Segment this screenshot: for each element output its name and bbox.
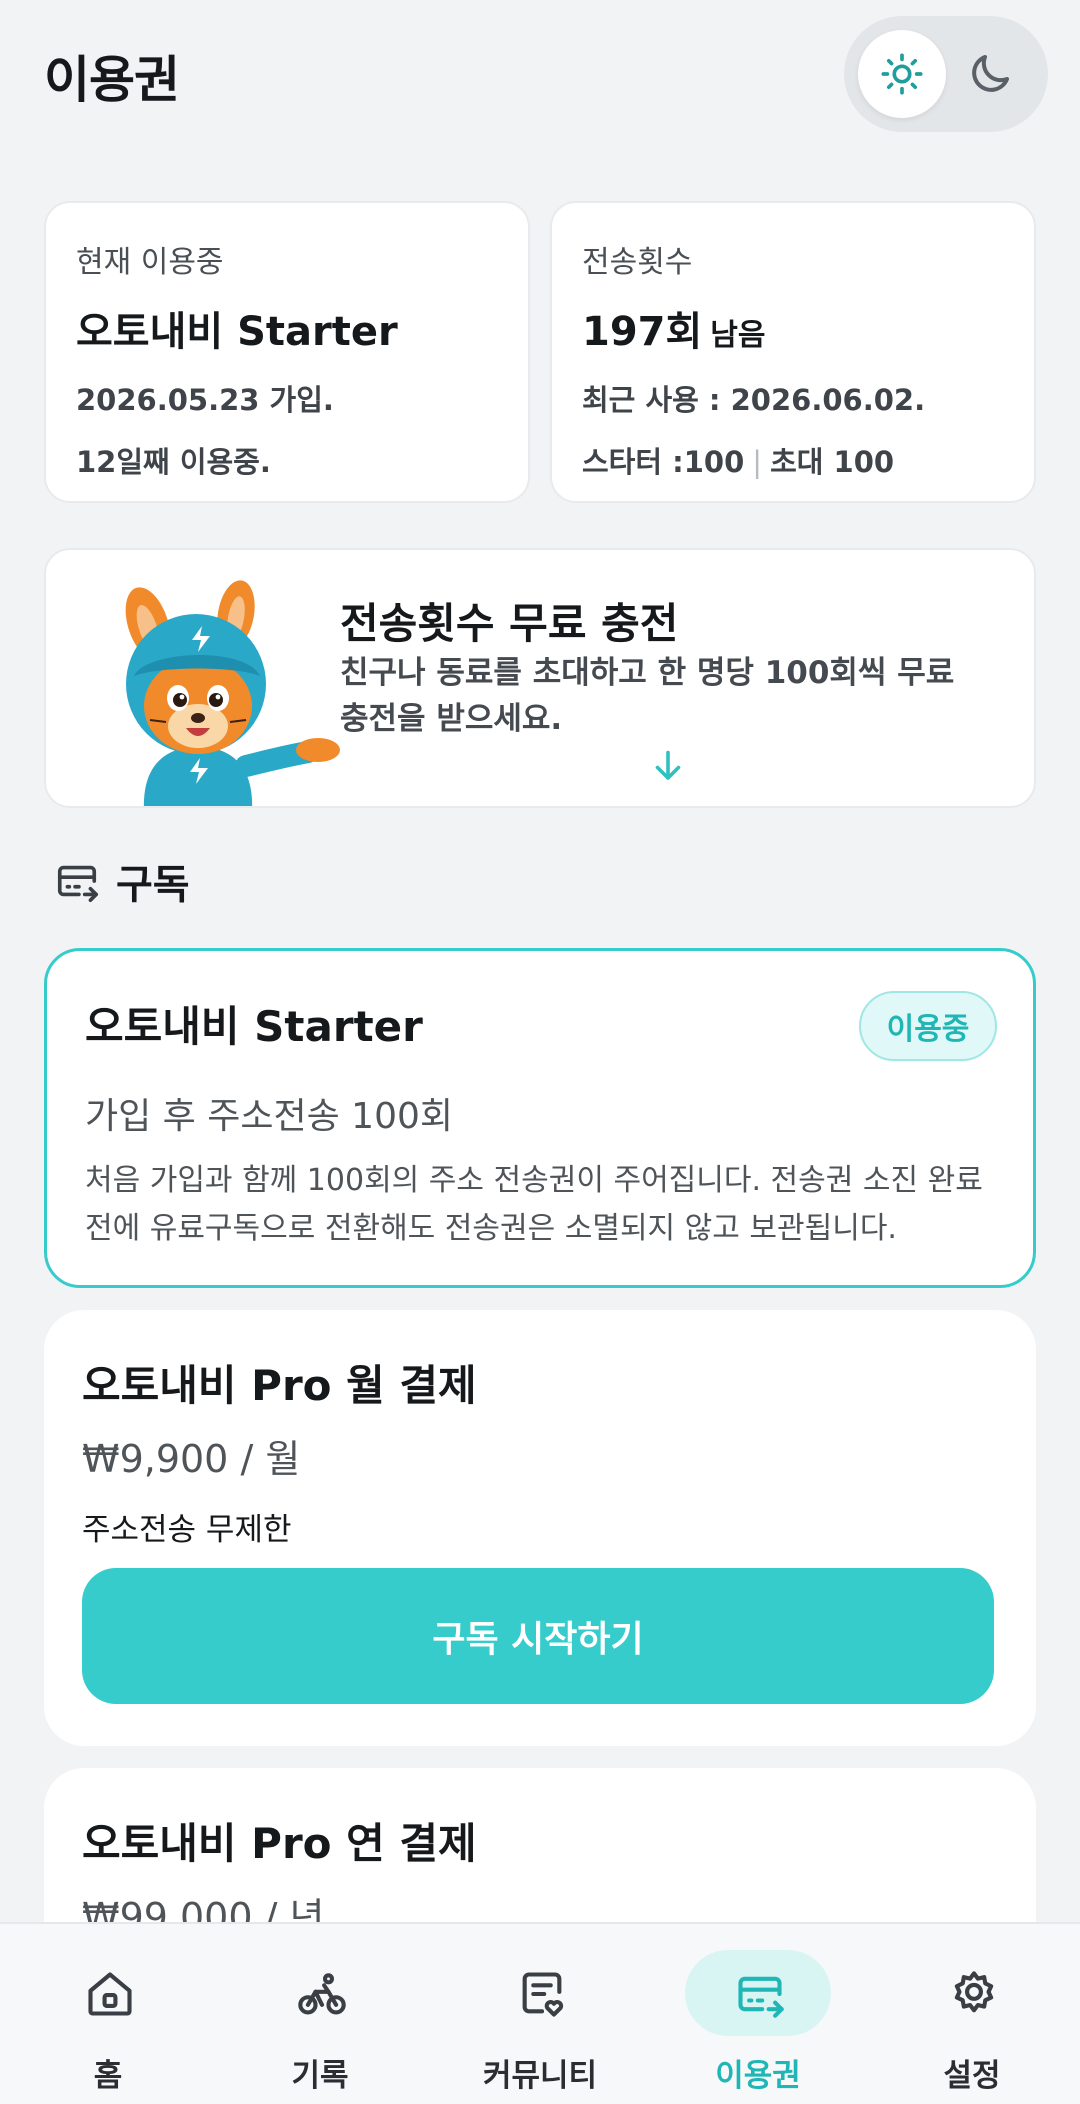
breakdown-starter: 스타터 :100: [582, 445, 745, 479]
promo-title: 전송횟수 무료 충전: [340, 599, 679, 648]
ticket-card-icon: [738, 1976, 784, 2018]
nav-label-settings: 설정: [943, 2058, 1001, 2094]
send-breakdown: 스타터 :100 | 초대 100: [582, 439, 894, 481]
card-transfer-icon: [57, 865, 98, 902]
last-used: 최근 사용 : 2026.06.02.: [582, 383, 926, 417]
nav-item-home[interactable]: 홈: [0, 1924, 216, 2104]
plan-feature: 주소전송 무제한: [82, 1512, 292, 1548]
days-used: 12일째 이용중.: [76, 445, 271, 479]
promo-description: 친구나 동료를 초대하고 한 명당 100회씩 무료 충전을 받으세요.: [340, 655, 955, 737]
plan-subtitle: 가입 후 주소전송 100회: [85, 1096, 454, 1137]
nav-item-settings[interactable]: 설정: [864, 1924, 1080, 2104]
nav-label-pass: 이용권: [715, 2058, 801, 2094]
sun-icon: [881, 53, 923, 95]
subscription-screen: 이용권 현재 이용중 오토내비 Starter 2026.05.23 가입. 1…: [0, 0, 1080, 2104]
join-date: 2026.05.23 가입.: [76, 383, 334, 417]
plan-name: 오토내비 Starter: [85, 1002, 423, 1051]
send-count-value: 197회 남음: [582, 299, 766, 357]
nav-item-records[interactable]: 기록: [212, 1924, 428, 2104]
nav-item-pass[interactable]: 이용권: [650, 1924, 866, 2104]
gear-icon: [954, 1971, 994, 2013]
plan-name: 오토내비 Pro 연 결제: [82, 1819, 477, 1868]
plan-card-pro-monthly: 오토내비 Pro 월 결제 ₩9,900 / 월 주소전송 무제한 구독 시작하…: [44, 1310, 1036, 1746]
current-plan-card: 현재 이용중 오토내비 Starter 2026.05.23 가입. 12일째 …: [44, 201, 530, 503]
bike-icon: [298, 1973, 346, 2015]
light-mode-button[interactable]: [858, 30, 946, 118]
arrow-down-icon[interactable]: [650, 748, 686, 784]
home-icon: [88, 1972, 132, 2016]
current-plan-label: 현재 이용중: [76, 245, 224, 280]
free-charge-promo[interactable]: 전송횟수 무료 충전 친구나 동료를 초대하고 한 명당 100회씩 무료 충전…: [44, 548, 1036, 808]
send-count-label: 전송횟수: [582, 245, 693, 280]
moon-icon: [972, 55, 1009, 92]
plan-price: ₩9,900 / 월: [82, 1437, 301, 1481]
plan-card-starter[interactable]: 오토내비 Starter 이용중 가입 후 주소전송 100회 처음 가입과 함…: [44, 948, 1036, 1288]
breakdown-separator: |: [752, 445, 763, 479]
status-badge: 이용중: [859, 991, 997, 1061]
start-subscription-button[interactable]: 구독 시작하기: [82, 1568, 994, 1704]
theme-toggle[interactable]: [844, 16, 1048, 132]
subscription-section-title: 구독: [116, 862, 190, 908]
dark-mode-button[interactable]: [946, 30, 1034, 118]
send-count-card: 전송횟수 197회 남음 최근 사용 : 2026.06.02. 스타터 :100…: [550, 201, 1036, 503]
page-title: 이용권: [44, 51, 180, 109]
nav-label-community: 커뮤니티: [482, 2058, 598, 2094]
nav-label-home: 홈: [93, 2058, 123, 2094]
bottom-navigation: 홈 기록 커뮤니티 이용권 설정: [0, 1922, 1080, 2104]
plan-description: 처음 가입과 함께 100회의 주소 전송권이 주어집니다. 전송권 소진 완료…: [85, 1163, 983, 1246]
send-count-suffix: 남음: [710, 318, 766, 353]
mascot-illustration: [125, 580, 340, 806]
plan-name: 오토내비 Pro 월 결제: [82, 1361, 477, 1410]
breakdown-invite: 초대 100: [770, 445, 895, 479]
current-plan-name: 오토내비 Starter: [76, 309, 398, 355]
nav-item-community[interactable]: 커뮤니티: [432, 1924, 648, 2104]
community-icon: [522, 1972, 564, 2017]
send-count-number: 197회: [582, 309, 703, 355]
nav-label-records: 기록: [291, 2058, 349, 2094]
